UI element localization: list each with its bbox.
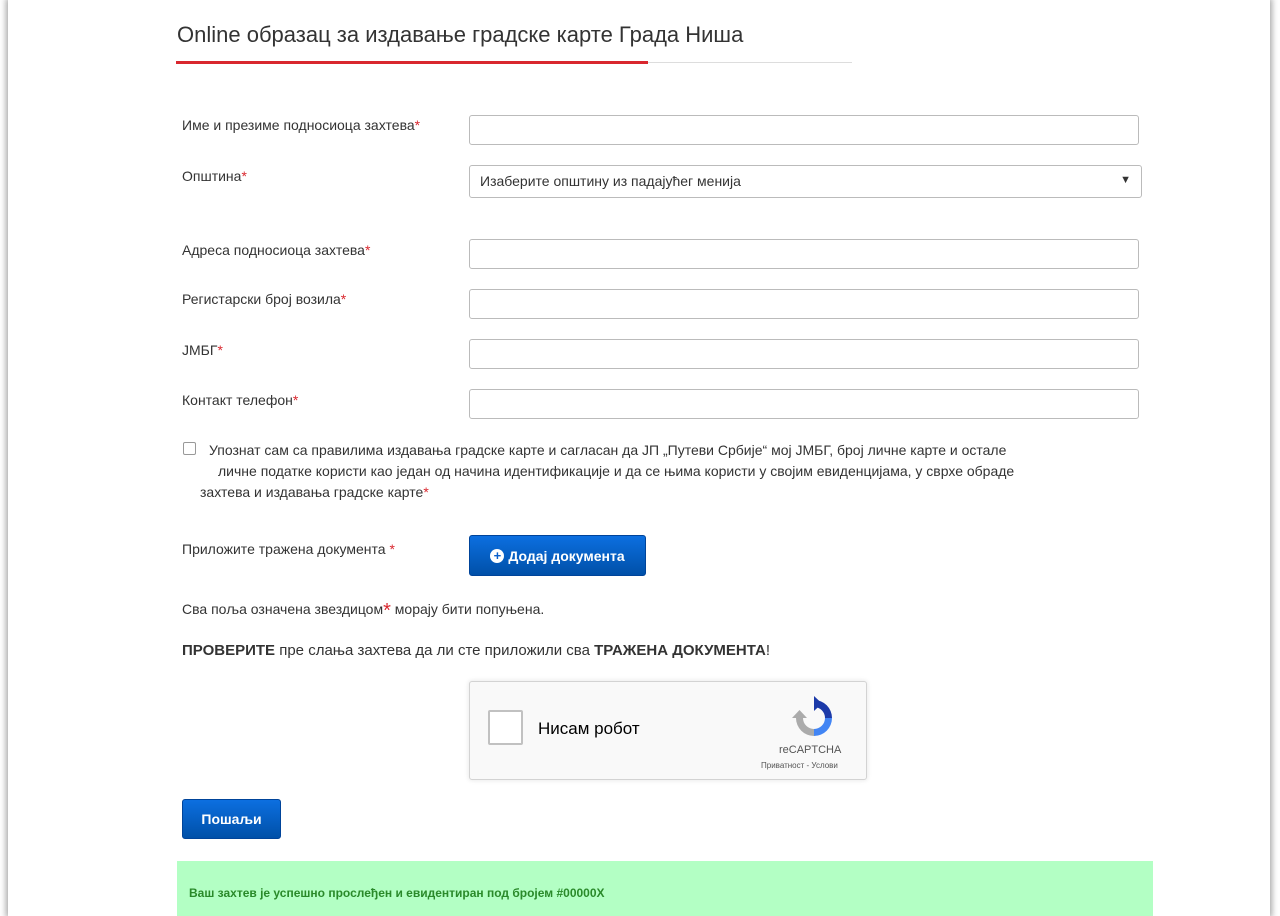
documents-warning: ПРОВЕРИТЕ пре слања захтева да ли сте пр… — [182, 642, 770, 659]
phone-label: Контакт телефон* — [182, 392, 299, 408]
recaptcha-brand: reCAPTCHA — [779, 744, 842, 756]
success-message: Ваш захтев је успешно прослеђен и евиден… — [177, 861, 1153, 916]
required-mark: * — [292, 392, 299, 408]
address-label: Адреса подносиоца захтева* — [182, 242, 371, 258]
add-documents-button[interactable]: + Додај документа — [469, 535, 646, 576]
required-mark: * — [364, 242, 371, 258]
required-mark: * — [389, 541, 395, 557]
required-mark: * — [217, 342, 223, 358]
phone-input[interactable] — [469, 389, 1139, 419]
recaptcha-checkbox[interactable] — [488, 710, 523, 745]
municipality-select[interactable]: Изаберите општину из падајућег менија ▼ — [469, 165, 1142, 198]
jmbg-input[interactable] — [469, 339, 1139, 369]
required-mark: * — [241, 168, 247, 184]
required-mark: * — [340, 291, 347, 307]
municipality-selected-value: Изаберите општину из падајућег менија — [480, 173, 741, 189]
required-mark: * — [383, 600, 391, 622]
page-title: Online образац за издавање градске карте… — [177, 22, 744, 47]
required-mark: * — [414, 117, 421, 133]
municipality-label: Општина* — [182, 168, 247, 184]
consent-checkbox[interactable] — [183, 442, 196, 455]
page-frame: Online образац за издавање градске карте… — [8, 0, 1270, 916]
plus-circle-icon: + — [490, 548, 505, 563]
required-mark: * — [423, 484, 429, 500]
address-input[interactable] — [469, 239, 1139, 269]
consent-text: Упознат сам са правилима издавања градск… — [200, 442, 1015, 500]
name-label: Име и презиме подносиоца захтева* — [182, 117, 421, 133]
submit-button[interactable]: Пошаљи — [182, 799, 281, 839]
jmbg-label: ЈМБГ* — [182, 342, 223, 358]
recaptcha-links[interactable]: Приватност - Услови — [761, 761, 838, 770]
documents-label: Приложите тражена документа * — [182, 541, 395, 557]
dropdown-arrow-icon: ▼ — [1120, 174, 1131, 186]
required-fields-note: Сва поља означена звездицом* морају бити… — [182, 600, 545, 622]
recaptcha-widget: Нисам робот reCAPTCHA Приватност - Услов… — [469, 681, 867, 780]
registration-label: Регистарски број возила* — [182, 291, 347, 307]
recaptcha-logo-icon — [792, 696, 832, 736]
recaptcha-label: Нисам робот — [538, 719, 640, 738]
registration-input[interactable] — [469, 289, 1139, 319]
title-accent-bar — [176, 61, 648, 64]
name-input[interactable] — [469, 115, 1139, 145]
